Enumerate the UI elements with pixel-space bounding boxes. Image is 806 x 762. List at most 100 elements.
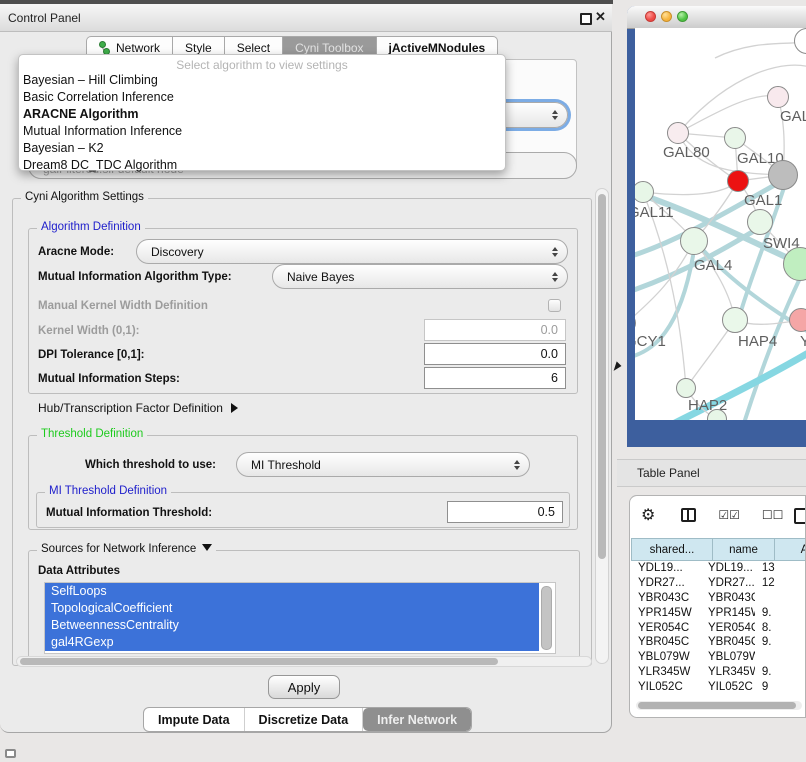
manual-kernel-checkbox[interactable] xyxy=(548,299,561,312)
algorithm-option[interactable]: Bayesian – Hill Climbing xyxy=(19,72,505,89)
threshold-definition-title: Threshold Definition xyxy=(37,428,147,440)
table-row[interactable]: YDL19...YDL19...13 xyxy=(631,561,806,576)
table-row[interactable]: YBL079WYBL079W xyxy=(631,650,806,665)
algorithm-option[interactable]: Dream8 DC_TDC Algorithm xyxy=(19,157,505,174)
mi-type-label: Mutual Information Algorithm Type: xyxy=(38,271,232,283)
attribute-item[interactable]: gal4RGexp xyxy=(45,634,539,651)
table-body: YDL19...YDL19...13YDR27...YDR27...12YBR0… xyxy=(631,561,806,694)
table-row[interactable]: YLR345WYLR345W9. xyxy=(631,665,806,680)
gear-icon[interactable]: ⚙ xyxy=(641,505,655,525)
network-icon xyxy=(99,41,110,55)
scrollbar-thumb[interactable] xyxy=(598,194,606,559)
table-row[interactable]: YIL052CYIL052C9 xyxy=(631,679,806,694)
node-label: HAP4 xyxy=(738,333,777,350)
mi-threshold-field[interactable]: 0.5 xyxy=(447,501,563,523)
aracne-mode-label: Aracne Mode: xyxy=(38,246,114,258)
table-cell: YBL079W xyxy=(631,651,701,663)
table-row[interactable]: YDR27...YDR27...12 xyxy=(631,576,806,591)
network-node[interactable] xyxy=(768,160,798,190)
mi-type-value: Naive Bayes xyxy=(287,270,354,284)
table-column-header[interactable]: A xyxy=(774,538,806,561)
expand-right-icon xyxy=(231,403,238,413)
table-column-header[interactable]: name xyxy=(712,538,774,561)
table-horizontal-scrollbar[interactable] xyxy=(636,701,802,710)
tab-style-label: Style xyxy=(185,41,212,55)
scrollbar-thumb[interactable] xyxy=(638,702,796,709)
table-cell: YER054C xyxy=(701,622,755,634)
table-row[interactable]: YBR045CYBR045C9. xyxy=(631,635,806,650)
collapsed-panel-icon[interactable] xyxy=(5,749,16,758)
tab-infer-network[interactable]: Infer Network xyxy=(363,708,471,731)
network-node-hap2[interactable] xyxy=(676,378,696,398)
network-node-y[interactable] xyxy=(789,308,806,332)
deselect-all-icon[interactable]: ☐☐ xyxy=(762,508,784,522)
network-node-gal80[interactable] xyxy=(667,122,689,144)
sources-title[interactable]: Sources for Network Inference xyxy=(37,543,216,555)
hub-definition-label: Hub/Transcription Factor Definition xyxy=(38,401,223,415)
manual-kernel-label: Manual Kernel Width Definition xyxy=(38,300,208,312)
table-row[interactable]: YBR043CYBR043C xyxy=(631,591,806,606)
aracne-mode-combobox[interactable]: Discovery xyxy=(136,239,568,264)
data-attributes-list[interactable]: SelfLoopsTopologicalCoefficientBetweenne… xyxy=(44,582,556,654)
table-column-header[interactable]: shared... xyxy=(631,538,712,561)
zoom-traffic-light[interactable] xyxy=(677,11,688,22)
table-cell: 9 xyxy=(755,681,806,693)
apply-button[interactable]: Apply xyxy=(268,675,340,699)
tab-jactivemnodules-label: jActiveMNodules xyxy=(389,41,486,55)
mi-steps-field[interactable]: 6 xyxy=(424,367,566,389)
columns-icon[interactable] xyxy=(681,508,696,522)
combo-arrows-icon xyxy=(552,110,558,120)
combo-arrows-icon xyxy=(514,460,520,470)
screen: Control Panel ✕ Network Style Select Cyn… xyxy=(0,0,806,762)
network-node-gal1[interactable] xyxy=(727,170,749,192)
close-icon[interactable]: ✕ xyxy=(595,9,606,25)
algorithm-option[interactable]: Mutual Information Inference xyxy=(19,123,505,140)
table-cell: YIL052C xyxy=(631,681,701,693)
mi-type-combobox[interactable]: Naive Bayes xyxy=(272,264,568,289)
control-panel-titlebar[interactable] xyxy=(0,4,612,32)
table-row[interactable]: YER054CYER054C8. xyxy=(631,620,806,635)
hub-definition-toggle[interactable]: Hub/Transcription Factor Definition xyxy=(38,401,238,415)
table-cell: YPR145W xyxy=(631,607,701,619)
minimize-traffic-light[interactable] xyxy=(661,11,672,22)
dpi-tolerance-field[interactable]: 0.0 xyxy=(424,343,566,365)
new-table-icon[interactable] xyxy=(794,508,806,524)
mi-steps-value: 6 xyxy=(551,371,558,385)
data-attributes-label: Data Attributes xyxy=(38,565,120,577)
mi-threshold-title: MI Threshold Definition xyxy=(45,485,171,497)
table-row[interactable]: YPR145WYPR145W9. xyxy=(631,605,806,620)
network-node-swi4[interactable] xyxy=(747,209,773,235)
float-window-icon[interactable] xyxy=(580,13,592,25)
attributes-scrollbar[interactable] xyxy=(541,586,552,650)
algorithm-option[interactable]: Bayesian – K2 xyxy=(19,140,505,157)
algorithm-option[interactable]: ARACNE Algorithm xyxy=(19,106,505,123)
tab-cyni-toolbox-label: Cyni Toolbox xyxy=(295,41,363,55)
tab-impute-data[interactable]: Impute Data xyxy=(144,708,245,731)
table-header-row: shared...nameA xyxy=(631,538,806,561)
table-cell: YBR043C xyxy=(631,592,701,604)
attribute-item[interactable]: BetweennessCentrality xyxy=(45,617,539,634)
attribute-item[interactable]: TopologicalCoefficient xyxy=(45,600,539,617)
network-node-hap4[interactable] xyxy=(722,307,748,333)
node-label: GAL xyxy=(780,108,806,125)
which-threshold-combobox[interactable]: MI Threshold xyxy=(236,452,530,477)
tab-infer-network-label: Infer Network xyxy=(377,713,457,727)
node-label: GAL4 xyxy=(694,257,732,274)
table-cell: YDR27... xyxy=(701,577,755,589)
cyni-settings-title: Cyni Algorithm Settings xyxy=(21,191,148,203)
table-cell: YDL19... xyxy=(631,562,701,574)
settings-horizontal-scrollbar[interactable] xyxy=(16,656,592,667)
network-node-gal10[interactable] xyxy=(724,127,746,149)
attribute-item[interactable]: SelfLoops xyxy=(45,583,539,600)
tab-discretize-data[interactable]: Discretize Data xyxy=(245,708,364,731)
scrollbar-thumb[interactable] xyxy=(20,658,498,665)
algorithm-option[interactable]: Basic Correlation Inference xyxy=(19,89,505,106)
close-traffic-light[interactable] xyxy=(645,11,656,22)
network-canvas[interactable]: GALGAL80GAL10GAL1SWI4GAL11GAL4GCY1HAP4YH… xyxy=(635,28,806,420)
network-node-gal[interactable] xyxy=(767,86,789,108)
network-node-gal4[interactable] xyxy=(680,227,708,255)
table-cell: YER054C xyxy=(631,622,701,634)
select-all-icon[interactable]: ☑☑ xyxy=(718,508,740,522)
settings-vertical-scrollbar[interactable] xyxy=(595,188,609,664)
kernel-width-field[interactable]: 0.0 xyxy=(424,319,566,341)
